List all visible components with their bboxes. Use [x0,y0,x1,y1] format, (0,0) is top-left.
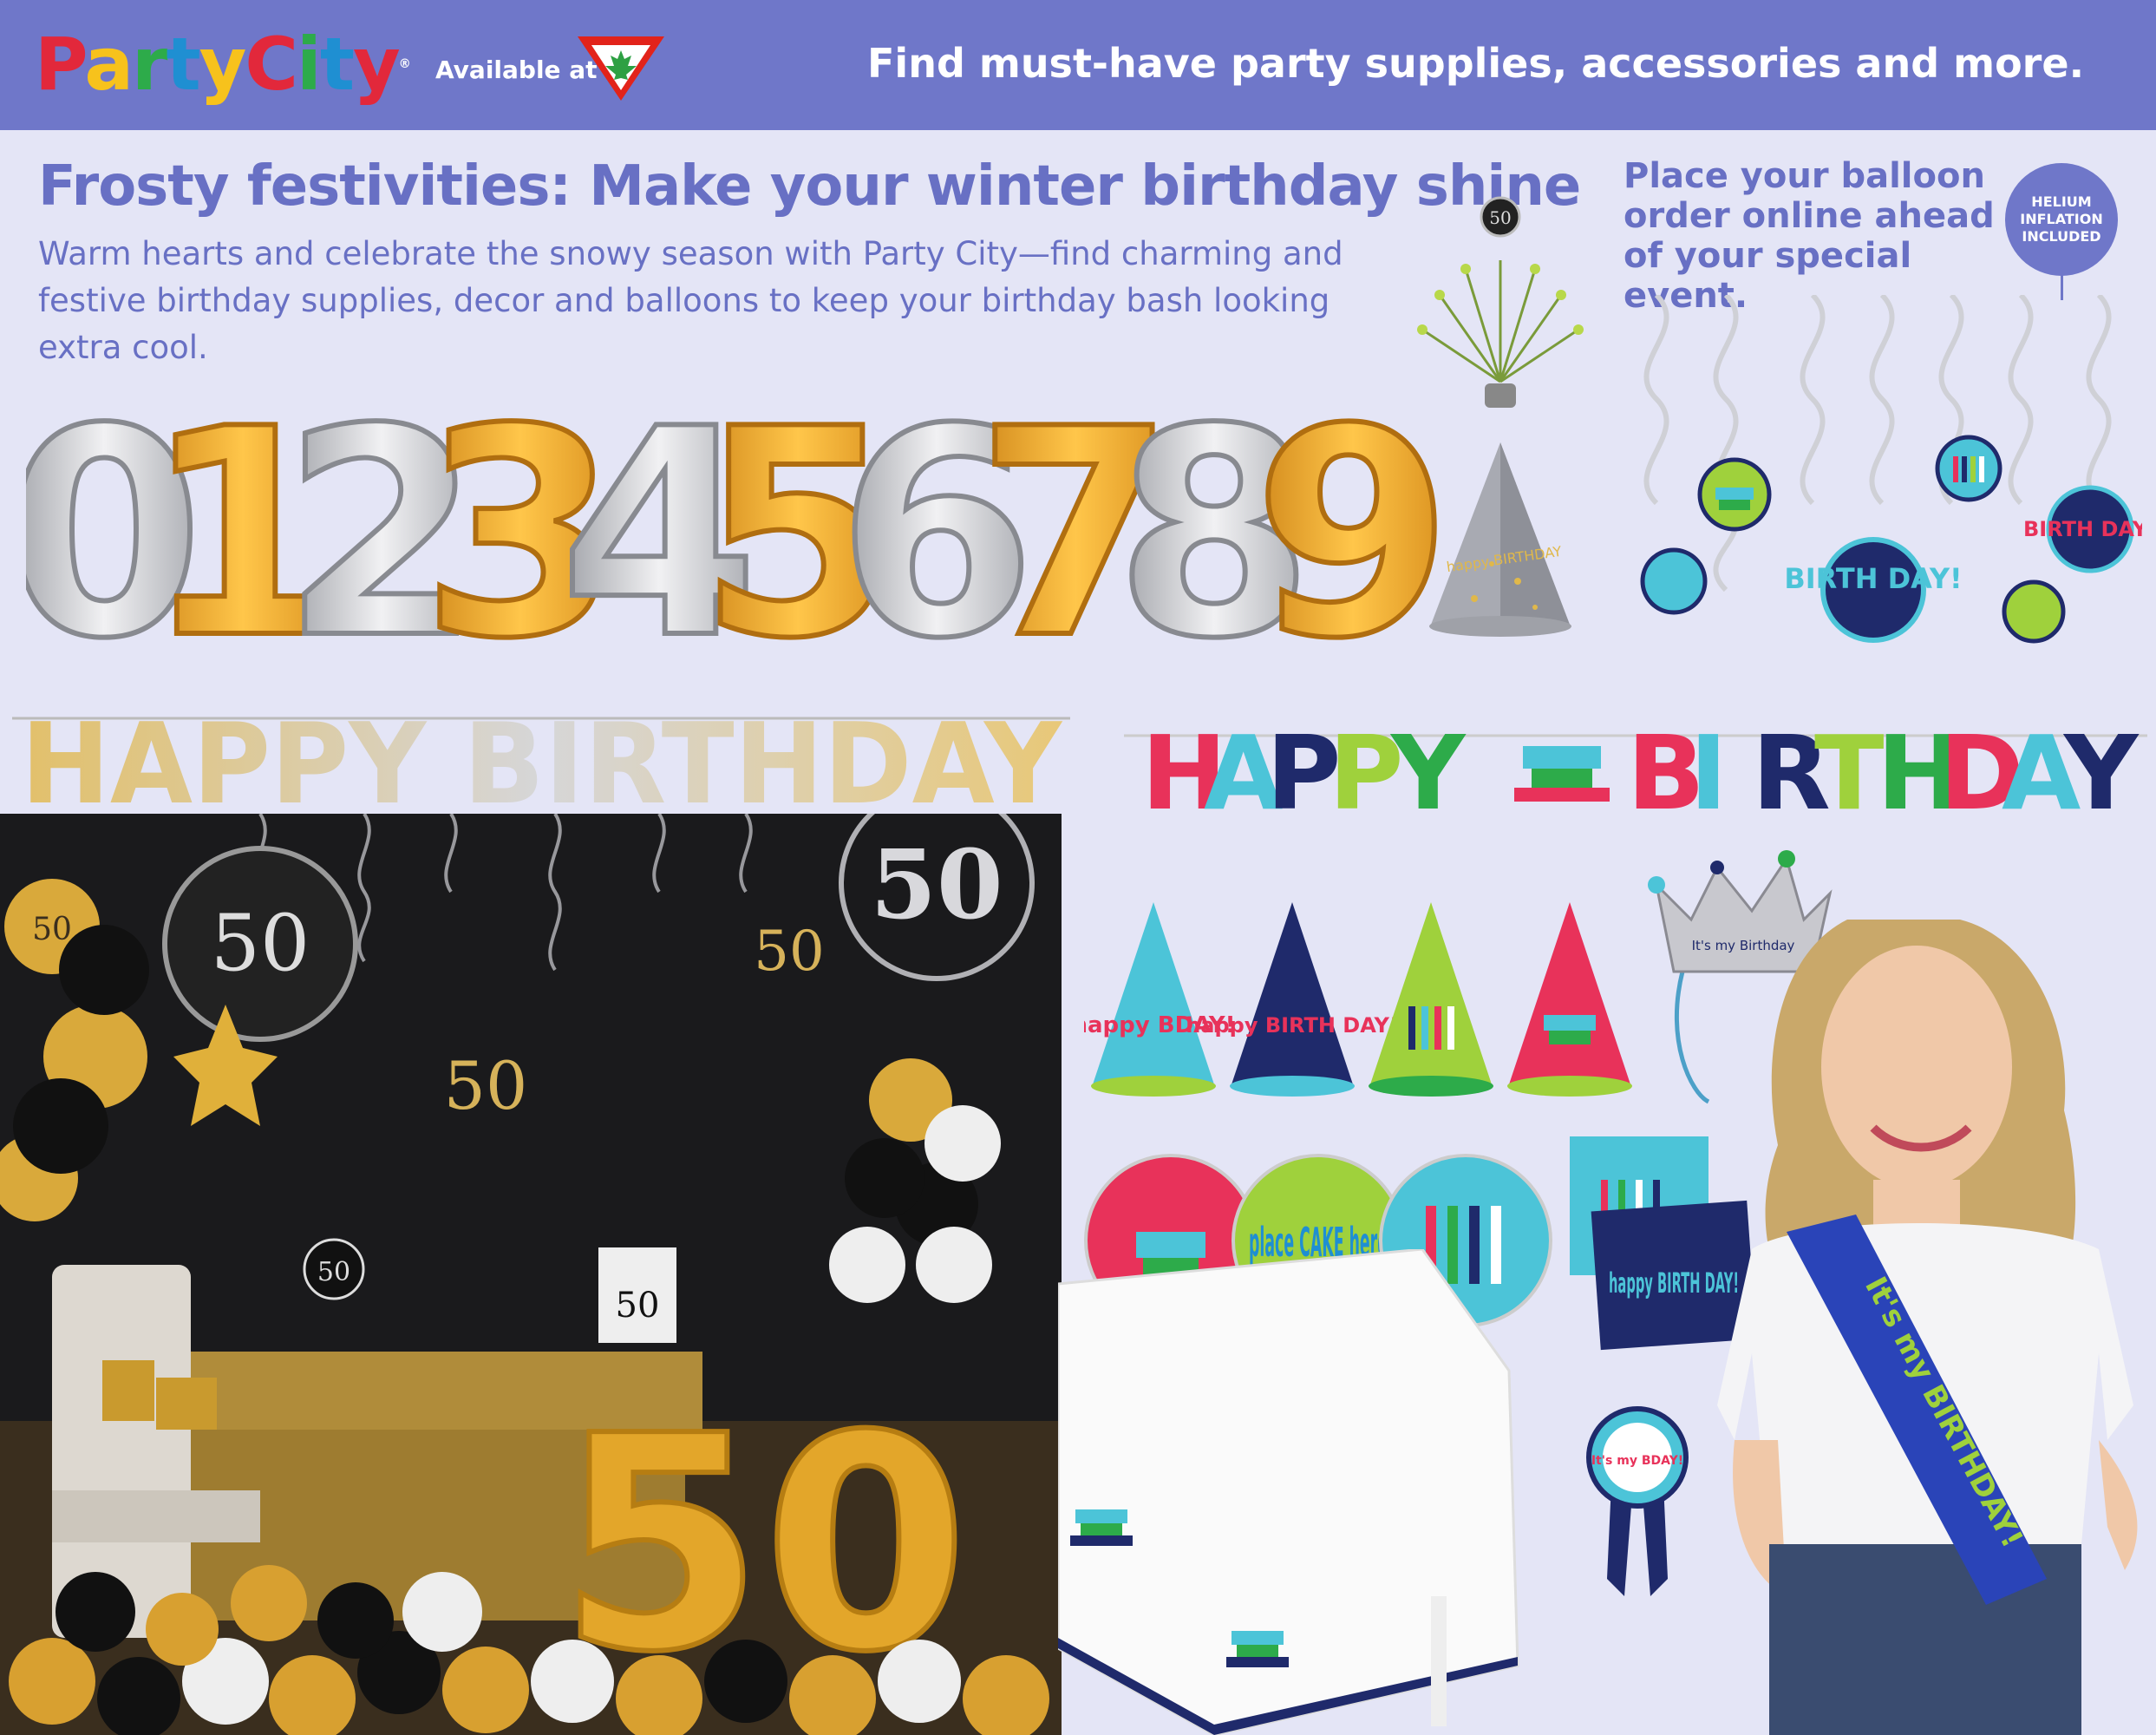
balloon-order-promo[interactable]: Place your balloon order online ahead of… [1624,156,2031,316]
birthday-badge-image[interactable]: It's my BDAY! [1585,1405,1689,1605]
hanging-swirls-image[interactable]: BIRTH DAY! BIRTH DAY! [1622,295,2142,668]
number-balloon-9: 9 [1253,368,1440,659]
photo-cake-number: 50 [616,1286,660,1326]
photo-sign-number: 50 [317,1257,350,1287]
swirl-birthday-text-2: BIRTH DAY! [2023,517,2142,541]
header-bar: PartyCity® Available at Find must-have p… [0,0,2156,130]
helium-inflation-badge: HELIUM INFLATION INCLUDED [2005,163,2118,276]
photo-gold-cutout-2: 50 [754,920,824,984]
tablecover-image[interactable] [1058,1249,1552,1735]
silver-cone-hat-image[interactable]: happy BIRTHDAY [1422,434,1578,642]
gold-silver-banner-image[interactable]: HAPPY BIRTHDAY [12,694,1070,815]
50th-birthday-party-photo[interactable]: 50 50 50 50 50 50 50 50 [0,814,1062,1735]
banner-letter: Y [2062,713,2140,824]
canadian-tire-logo-icon[interactable] [574,31,668,104]
page-subtitle: Warm hearts and celebrate the snowy seas… [38,235,1343,366]
header-tagline: Find must-have party supplies, accessori… [867,40,2085,87]
colorful-banner-image[interactable]: HAPPY BI RTHDAY [1124,694,2147,824]
page-title: Frosty festivities: Make your winter bir… [38,154,1581,219]
photo-silver-number: 50 [870,828,1003,940]
banner-letter: Y [1389,713,1467,824]
woman-with-sash-photo[interactable]: It's my BIRTHDAY! [1700,920,2156,1735]
photo-balloon-number: 50 [211,898,310,989]
gold-banner-text: HAPPY BIRTHDAY [21,700,1062,815]
swirl-birthday-text: BIRTH DAY! [1784,562,1962,595]
party-city-logo[interactable]: PartyCity® [35,21,411,108]
banner-letter: T [1814,713,1885,824]
centerpiece-number: 50 [1489,207,1511,228]
party-hats-image[interactable]: happy BDAY! happy BIRTH DAY! [1084,885,1639,1110]
photo-gold-cutout: 50 [444,1047,528,1124]
available-at-label: Available at [435,56,598,84]
number-balloons-image[interactable]: 0123456789 [2,364,1455,704]
badge-text: It's my BDAY! [1591,1454,1683,1468]
hat-birthday-text: happy BIRTH DAY! [1186,1013,1399,1038]
banner-letter: I [1689,713,1728,824]
photo-balloon-label: 50 [32,912,72,947]
